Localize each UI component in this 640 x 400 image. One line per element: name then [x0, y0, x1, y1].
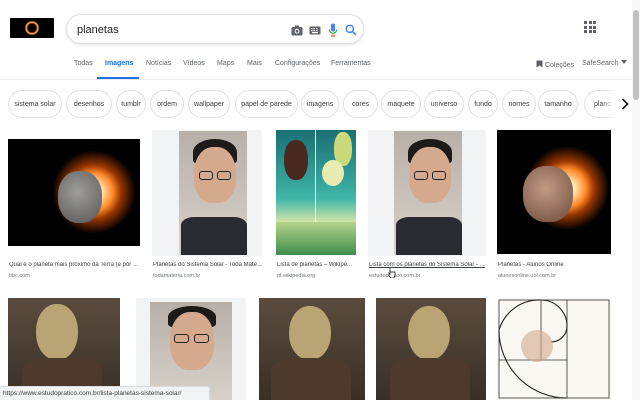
status-bar: https://www.estudopratico.com.br/lista-p…	[0, 386, 210, 400]
image-result[interactable]	[8, 298, 122, 400]
tab-all[interactable]: Todas	[74, 60, 93, 67]
image-result[interactable]: Lista de planetas – Wikipe... pt.wikiped…	[276, 130, 360, 280]
image-result[interactable]: Qual é o planeta mais próximo da Terra (…	[8, 130, 142, 280]
chip[interactable]: fundo	[468, 90, 498, 118]
image-result[interactable]	[136, 298, 248, 400]
image-result[interactable]: Lista com os planetas do Sistema Solar -…	[368, 130, 488, 280]
search-input[interactable]	[77, 21, 277, 38]
chip[interactable]: desenhos	[66, 90, 112, 118]
result-domain: pt.wikipedia.org	[277, 273, 316, 279]
result-thumbnail[interactable]	[376, 298, 486, 400]
chip[interactable]: cores	[343, 90, 378, 118]
result-domain: bbc.com	[9, 273, 30, 279]
google-doodle-logo[interactable]	[10, 18, 54, 38]
search-tabs: Todas Imagens Notícias Vídeos Maps Mais …	[0, 50, 640, 80]
keyboard-icon[interactable]	[307, 22, 323, 38]
chip[interactable]: papel de parede	[235, 90, 298, 118]
camera-icon[interactable]	[289, 22, 305, 38]
result-thumbnail[interactable]	[8, 298, 120, 400]
chevron-right-icon	[621, 98, 629, 110]
result-thumbnail[interactable]	[8, 139, 140, 246]
image-result[interactable]: Planetas do Sistema Solar - Toda Matéria…	[152, 130, 264, 280]
result-thumbnail[interactable]	[259, 298, 365, 400]
mouse-cursor-icon	[388, 268, 396, 278]
chip[interactable]: maquete	[381, 90, 421, 118]
safesearch-label: SafeSearch	[582, 60, 619, 67]
result-caption[interactable]: Lista com os planetas do Sistema Solar -…	[369, 262, 487, 268]
status-bar-url: https://www.estudopratico.com.br/lista-p…	[3, 390, 182, 397]
bookmark-icon	[536, 60, 543, 68]
tab-tools[interactable]: Ferramentas	[331, 60, 371, 67]
result-thumbnail[interactable]	[276, 130, 356, 255]
chip[interactable]: tumblr	[116, 90, 146, 118]
result-domain: todamateria.com.br	[153, 273, 201, 279]
chip[interactable]: ordem	[150, 90, 184, 118]
search-box[interactable]	[66, 14, 364, 44]
result-caption[interactable]: Planetas do Sistema Solar - Toda Matéria	[153, 262, 263, 268]
result-caption[interactable]: Qual é o planeta mais próximo da Terra (…	[9, 262, 141, 268]
chip[interactable]: nomes	[502, 90, 536, 118]
image-result[interactable]: Planetas - Alunos Online alunosonline.uo…	[497, 130, 613, 280]
tab-images[interactable]: Imagens	[105, 60, 133, 67]
result-domain: alunosonline.uol.com.br	[498, 273, 557, 279]
collections-label: Coleções	[544, 62, 575, 69]
safesearch-toggle[interactable]: SafeSearch	[582, 60, 627, 67]
tab-settings[interactable]: Configurações	[275, 60, 320, 67]
chip[interactable]: imagens	[301, 90, 339, 118]
page-scrollbar[interactable]	[632, 0, 640, 400]
active-tab-indicator	[97, 77, 139, 79]
caret-down-icon	[620, 60, 627, 64]
scrollbar-thumb[interactable]	[633, 10, 639, 100]
search-icon[interactable]	[343, 22, 359, 38]
tab-more[interactable]: Mais	[247, 60, 262, 67]
tab-news[interactable]: Notícias	[146, 60, 171, 67]
chip[interactable]: universo	[424, 90, 464, 118]
result-thumbnail[interactable]	[497, 298, 611, 400]
image-result[interactable]	[376, 298, 488, 400]
image-result[interactable]	[259, 298, 367, 400]
microphone-icon[interactable]	[325, 22, 341, 38]
result-caption[interactable]: Lista de planetas – Wikipe...	[277, 262, 361, 268]
related-search-chips: sistema solar desenhos tumblr ordem wall…	[0, 86, 640, 122]
collections-link[interactable]: Coleções	[536, 60, 574, 69]
chip[interactable]: wallpaper	[188, 90, 230, 118]
result-caption[interactable]: Planetas - Alunos Online	[498, 262, 612, 268]
image-result[interactable]	[497, 298, 613, 400]
tab-maps[interactable]: Maps	[217, 60, 234, 67]
apps-grid-icon[interactable]	[584, 21, 596, 33]
chip[interactable]: sistema solar	[8, 90, 62, 118]
result-thumbnail[interactable]	[394, 131, 462, 255]
result-thumbnail[interactable]	[497, 130, 611, 254]
result-thumbnail[interactable]	[179, 131, 247, 255]
tab-videos[interactable]: Vídeos	[183, 60, 205, 67]
chip[interactable]: tamanho	[538, 90, 578, 118]
